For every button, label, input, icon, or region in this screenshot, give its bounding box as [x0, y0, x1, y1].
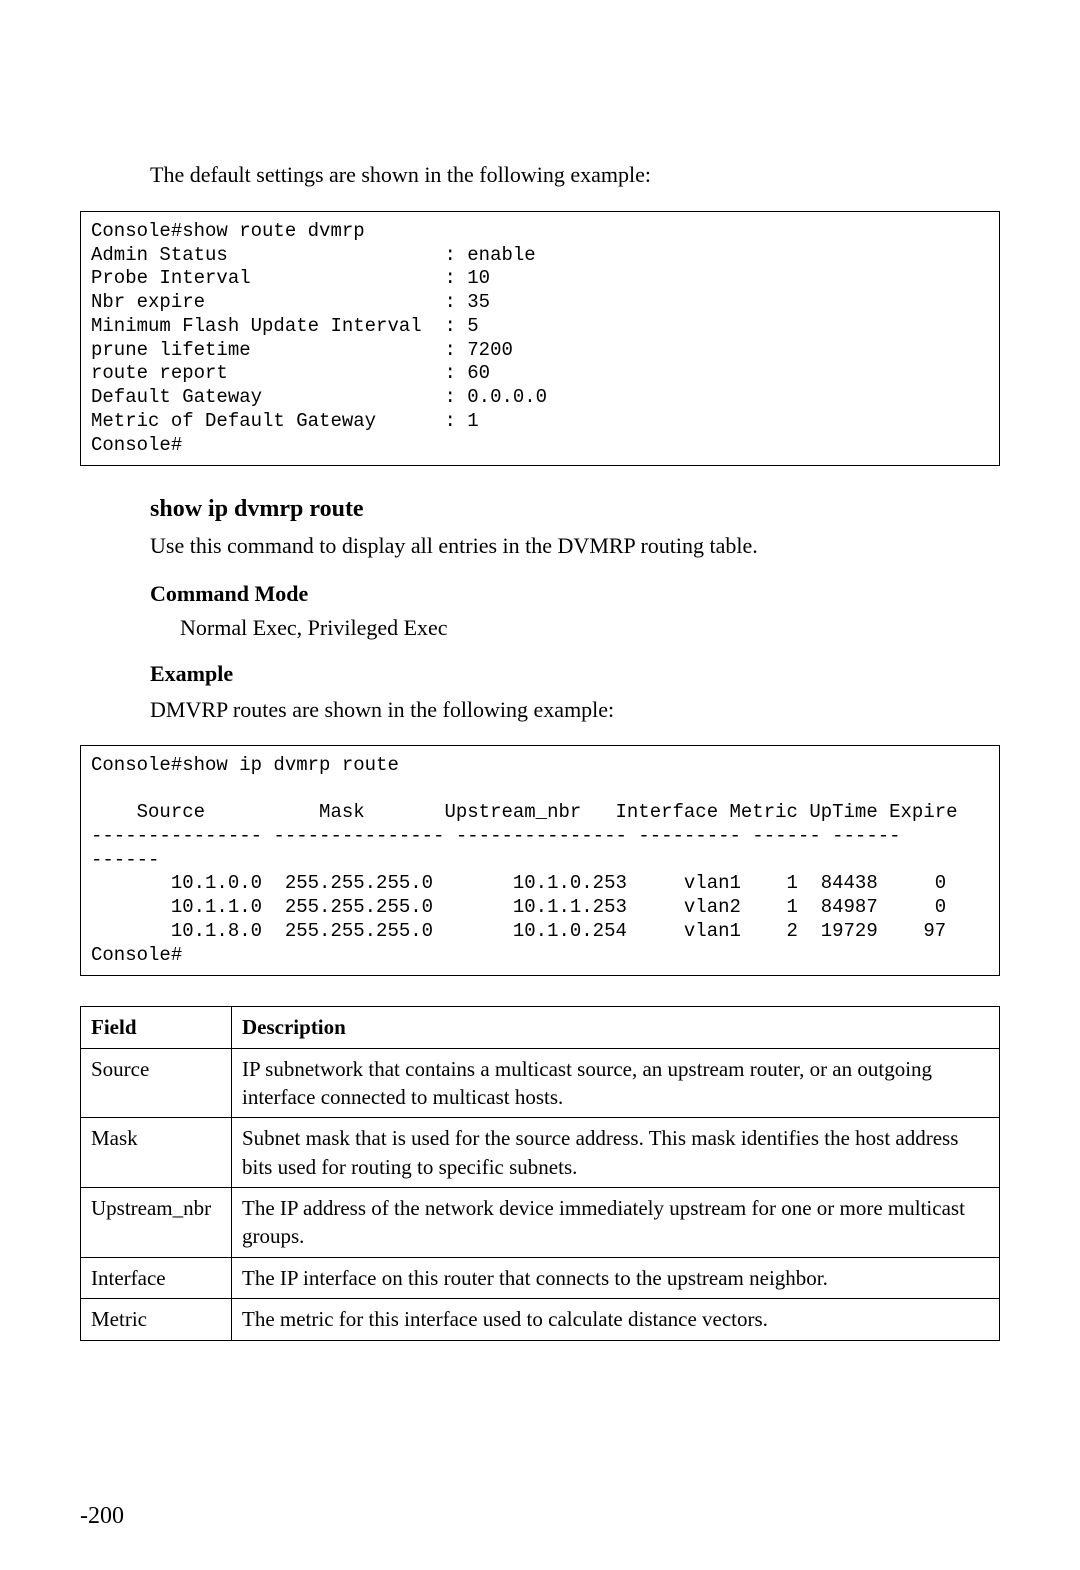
table-row: Upstream_nbr The IP address of the netwo…	[81, 1188, 1000, 1258]
field-description-table: Field Description Source IP subnetwork t…	[80, 1006, 1000, 1340]
table-row: Mask Subnet mask that is used for the so…	[81, 1118, 1000, 1188]
code-box-2: Console#show ip dvmrp route Source Mask …	[80, 745, 1000, 977]
cell-field: Source	[81, 1048, 232, 1118]
cell-field: Mask	[81, 1118, 232, 1188]
cell-description: The IP interface on this router that con…	[232, 1257, 1000, 1298]
cell-description: The metric for this interface used to ca…	[232, 1299, 1000, 1340]
command-mode-value: Normal Exec, Privileged Exec	[180, 615, 1000, 641]
cell-description: Subnet mask that is used for the source …	[232, 1118, 1000, 1188]
header-description: Description	[232, 1007, 1000, 1048]
header-field: Field	[81, 1007, 232, 1048]
code-box-1: Console#show route dvmrp Admin Status : …	[80, 211, 1000, 467]
cell-description: IP subnetwork that contains a multicast …	[232, 1048, 1000, 1118]
page-number: -200	[80, 1503, 124, 1530]
command-description: Use this command to display all entries …	[150, 531, 1000, 561]
intro-text-1: The default settings are shown in the fo…	[150, 160, 1000, 191]
command-heading: show ip dvmrp route	[150, 496, 1000, 523]
table-row: Source IP subnetwork that contains a mul…	[81, 1048, 1000, 1118]
page-container: The default settings are shown in the fo…	[0, 0, 1080, 1570]
command-mode-label: Command Mode	[150, 581, 1000, 607]
table-row: Metric The metric for this interface use…	[81, 1299, 1000, 1340]
example-label: Example	[150, 661, 1000, 687]
cell-field: Upstream_nbr	[81, 1188, 232, 1258]
cell-field: Interface	[81, 1257, 232, 1298]
example-intro: DMVRP routes are shown in the following …	[150, 695, 1000, 725]
table-row: Interface The IP interface on this route…	[81, 1257, 1000, 1298]
cell-description: The IP address of the network device imm…	[232, 1188, 1000, 1258]
table-header-row: Field Description	[81, 1007, 1000, 1048]
cell-field: Metric	[81, 1299, 232, 1340]
